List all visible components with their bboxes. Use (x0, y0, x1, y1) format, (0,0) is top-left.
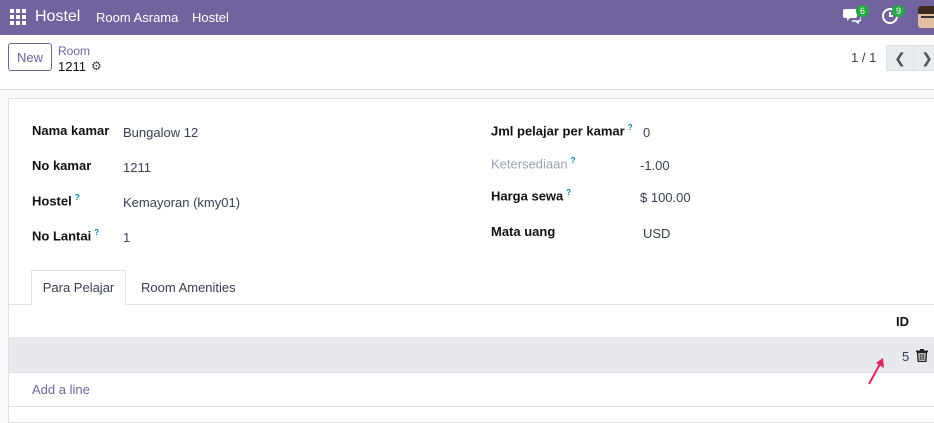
label-mata-uang: Mata uang (491, 224, 556, 239)
menu-room-asrama[interactable]: Room Asrama (96, 10, 178, 25)
help-tooltip-icon[interactable]: ? (75, 193, 80, 202)
field-hostel[interactable]: Kemayoran (kmy01) (123, 195, 240, 210)
help-tooltip-icon[interactable]: ? (571, 156, 576, 165)
apps-menu-icon[interactable] (10, 9, 26, 25)
chevron-left-icon: ❮ (894, 49, 906, 66)
field-no-kamar[interactable]: 1211 (123, 160, 151, 175)
label-nama-kamar: Nama kamar (32, 123, 110, 138)
table-row[interactable] (9, 337, 934, 372)
trash-icon[interactable] (916, 349, 928, 362)
add-a-line-link[interactable]: Add a line (32, 382, 90, 397)
table-row-divider (9, 372, 934, 373)
field-no-lantai[interactable]: 1 (123, 230, 130, 245)
help-tooltip-icon[interactable]: ? (566, 188, 571, 197)
row-id-value: 5 (902, 349, 910, 364)
field-jml-pelajar: 0 (643, 125, 651, 140)
control-panel: New Room 1211 ⚙ 1 / 1 ❮ ❯ (0, 35, 934, 90)
pager-value[interactable]: 1 / 1 (851, 50, 876, 65)
label-harga-sewa: Harga sewa? (491, 188, 572, 204)
column-header-id[interactable]: ID (896, 314, 909, 329)
app-brand[interactable]: Hostel (35, 8, 80, 26)
label-hostel: Hostel? (32, 193, 80, 209)
pager-next-button[interactable]: ❯ (913, 45, 934, 71)
label-jml-pelajar: Jml pelajar per kamar? (491, 123, 633, 139)
field-harga-sewa[interactable]: $ 100.00 (640, 190, 691, 205)
label-no-kamar: No kamar (32, 158, 92, 173)
messages-count-badge: 6 (856, 5, 870, 17)
tabs-divider (9, 304, 934, 305)
help-tooltip-icon[interactable]: ? (628, 123, 633, 132)
label-ketersediaan: Ketersediaan? (491, 156, 576, 172)
menu-hostel[interactable]: Hostel (192, 10, 229, 25)
tab-room-amenities[interactable]: Room Amenities (141, 280, 236, 295)
chevron-right-icon: ❯ (921, 49, 933, 66)
activities-count-badge: 9 (892, 5, 906, 17)
tab-para-pelajar[interactable]: Para Pelajar (31, 270, 126, 305)
label-no-lantai: No Lantai? (32, 228, 100, 244)
gear-icon[interactable]: ⚙ (91, 59, 102, 73)
field-ketersediaan: -1.00 (640, 158, 670, 173)
table-bottom-divider (9, 406, 934, 407)
annotation-arrow-icon (868, 358, 884, 385)
breadcrumb-parent-link[interactable]: Room (58, 44, 90, 58)
new-button[interactable]: New (8, 43, 52, 71)
help-tooltip-icon[interactable]: ? (94, 228, 99, 237)
field-mata-uang[interactable]: USD (643, 226, 670, 241)
breadcrumb-current: 1211 (58, 59, 86, 74)
form-sheet: Nama kamar Bungalow 12 No kamar 1211 Hos… (8, 98, 934, 423)
pager-previous-button[interactable]: ❮ (886, 45, 914, 71)
user-avatar[interactable] (918, 6, 934, 28)
field-nama-kamar[interactable]: Bungalow 12 (123, 125, 198, 140)
top-navbar: Hostel Room Asrama Hostel 6 9 (0, 0, 934, 35)
